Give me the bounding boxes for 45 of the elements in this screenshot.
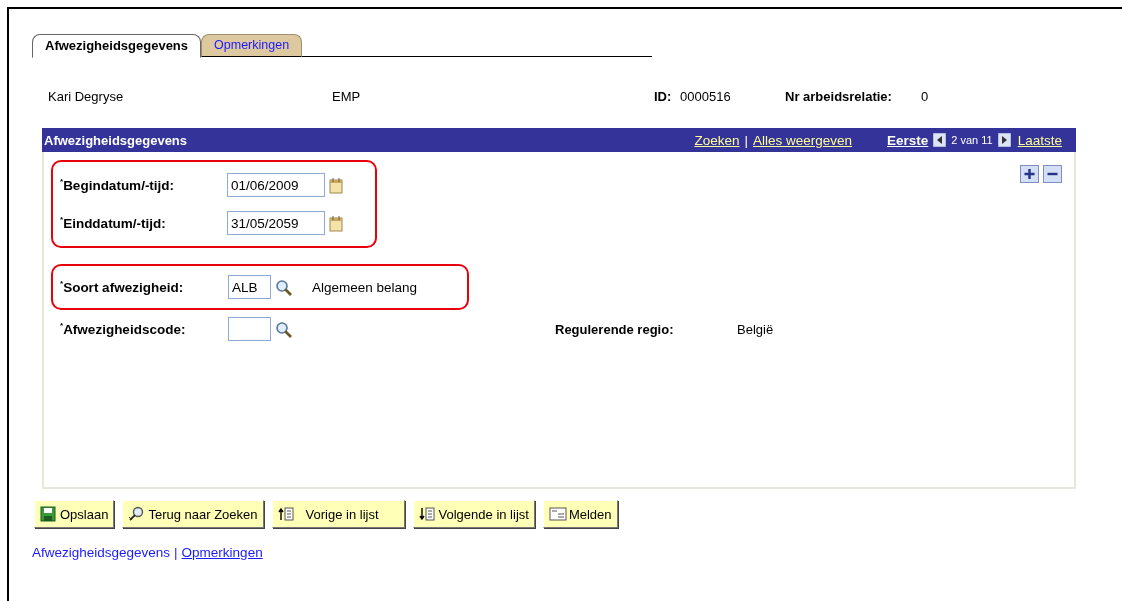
tab[interactable]: Afwezigheidsgegevens (32, 34, 202, 58)
field-description: Algemeen belang (312, 279, 418, 295)
employee-name: Kari Degryse (47, 88, 125, 104)
calendar-icon (329, 176, 343, 194)
field-label: $^{*}$Begindatum/-tijd: (60, 177, 176, 193)
field-label: $^{*}$Afwezigheidscode: (60, 321, 187, 337)
field-value: België (737, 321, 774, 337)
relation-value: 0 (921, 88, 929, 104)
tab[interactable]: Opmerkingen (201, 34, 303, 57)
date-field[interactable]: 31/05/2059 (227, 211, 325, 235)
list-arrow-icon (418, 506, 437, 522)
relation-label: Nr arbeidsrelatie: (785, 88, 893, 104)
toolbar-button[interactable]: Volgende in lijst (412, 500, 535, 528)
field-label: Regulerende regio: (555, 321, 675, 337)
record-counter: 2 van 11 (951, 134, 993, 146)
previous-button-icon (933, 133, 947, 147)
page-link[interactable]: Afwezigheidsgegevens (32, 545, 171, 560)
code-field[interactable] (228, 317, 271, 341)
search-icon (275, 278, 292, 296)
last-link[interactable]: Laatste (1017, 132, 1062, 148)
nav-link[interactable]: Zoeken (694, 132, 740, 148)
add-row-icon (1020, 165, 1039, 183)
employee-type: EMP (332, 88, 362, 104)
next-button-icon (997, 133, 1011, 147)
separator: | (744, 132, 748, 148)
date-field[interactable]: 01/06/2009 (227, 173, 325, 197)
toolbar-button[interactable]: Melden (542, 500, 618, 528)
first-link[interactable]: Eerste (887, 132, 929, 148)
page-link[interactable]: Opmerkingen (181, 545, 263, 560)
toolbar-button[interactable]: Vorige in lijst (271, 500, 405, 528)
list-arrow-icon (277, 506, 296, 522)
search-icon (275, 320, 292, 338)
code-field[interactable]: ALB (228, 275, 271, 299)
field-label: $^{*}$Soort afwezigheid: (60, 279, 185, 295)
panel-title: Afwezigheidsgegevens (44, 132, 188, 148)
toolbar-button[interactable]: Opslaan (34, 500, 115, 528)
separator: | (174, 545, 178, 560)
note-icon (548, 506, 567, 522)
field-label: $^{*}$Einddatum/-tijd: (60, 215, 167, 231)
toolbar-button[interactable]: Terug naar Zoeken (122, 500, 264, 528)
delete-row-icon (1043, 165, 1062, 183)
id-label: ID: (654, 88, 673, 104)
nav-link[interactable]: Alles weergeven (752, 132, 853, 148)
id-value: 0000516 (680, 88, 732, 104)
calendar-icon (329, 214, 343, 232)
